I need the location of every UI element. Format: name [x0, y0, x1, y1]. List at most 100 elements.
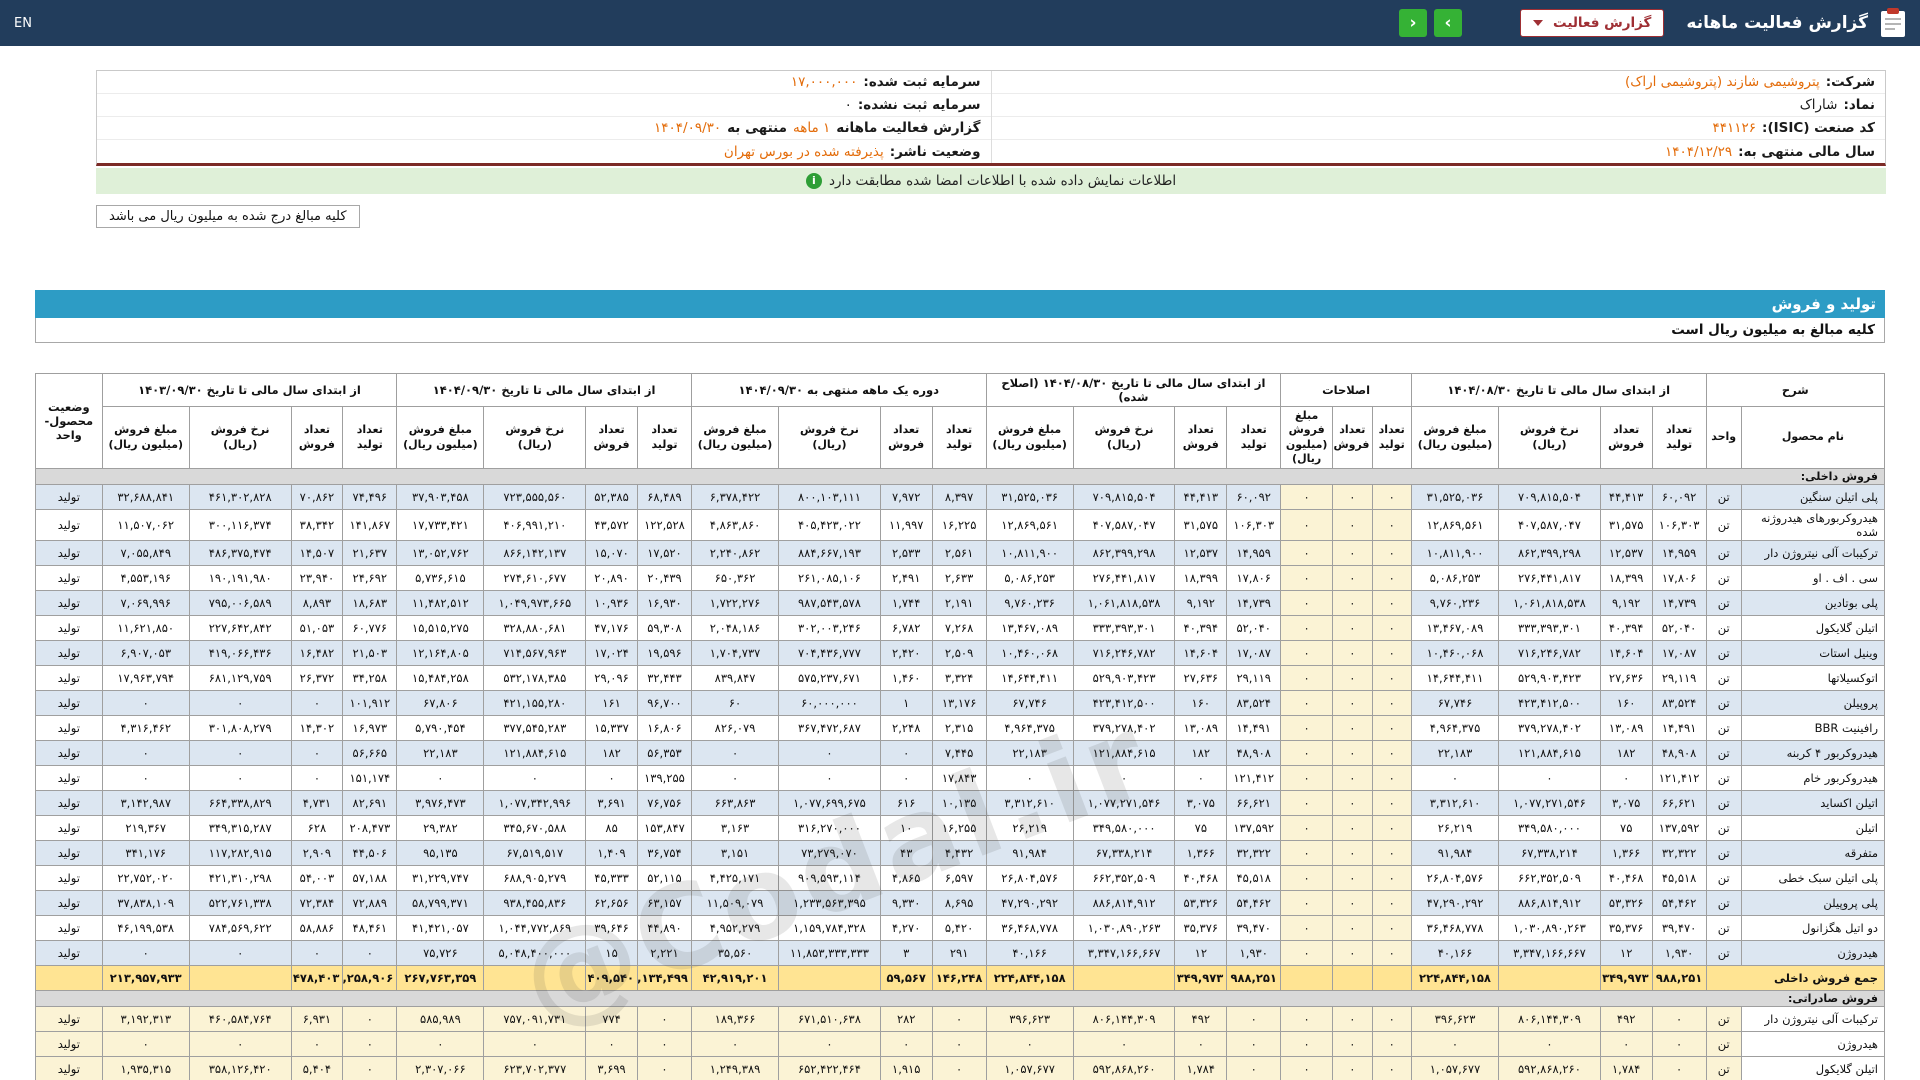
cell-value: ۱۲۱,۸۸۴,۶۱۵	[483, 740, 587, 767]
cell-value: ۱۰۶,۳۰۳	[1226, 509, 1282, 542]
cell-value: ۲۱,۶۳۷	[342, 540, 398, 567]
cell-value: ۲,۱۹۱	[931, 590, 987, 617]
cell-value: ۷۵	[1599, 815, 1653, 842]
cell-value: ۰	[1280, 815, 1334, 842]
cell-value: ۲۶۱,۰۸۵,۱۰۶	[778, 565, 881, 592]
cell-value: ۷۴,۴۹۶	[342, 484, 398, 511]
cell-value: ۲۲,۱۸۳	[985, 740, 1074, 767]
report-type-label: گزارش فعالیت	[1553, 15, 1652, 31]
cell-value: ۱۵,۰۷۰	[585, 540, 638, 567]
status-column-header: وضعیت محصول-واحد	[35, 372, 103, 470]
next-report-button[interactable]: ›	[1434, 9, 1463, 37]
cell-value: ۱,۴۰۹	[585, 840, 638, 867]
cell-value: ۰	[188, 740, 292, 767]
cell-value: ۰	[778, 1031, 881, 1058]
cell-value: ۱۳,۰۸۹	[1174, 715, 1228, 742]
cell-value: ۳۹,۴۷۰	[1226, 915, 1282, 942]
cell-value: ۳۴,۲۵۸	[342, 665, 398, 692]
cell-value: ۲۰۸,۴۷۳	[342, 815, 398, 842]
cell-value: ۸۲,۶۹۱	[342, 790, 398, 817]
cell-value: ۵,۴۰۴	[290, 1056, 344, 1080]
report-icon	[1881, 8, 1905, 37]
cell-value: ۱,۳۶۶	[1174, 840, 1228, 867]
cell-value: ۱۳,۴۶۷,۰۸۹	[985, 615, 1074, 642]
cell-value: ۱۰,۸۱۱,۹۰۰	[1410, 540, 1500, 567]
cell-value: ۸۸۶,۸۱۴,۹۱۲	[1072, 890, 1176, 917]
report-type-select[interactable]: گزارش فعالیت	[1520, 9, 1665, 37]
language-toggle-link[interactable]: EN	[14, 16, 32, 31]
cell-value: ۲,۶۳۳	[931, 565, 987, 592]
top-bar: گزارش فعالیت ماهانه گزارش فعالیت › ‹ EN	[0, 0, 1920, 46]
info-row-company: شرکت: پتروشیمی شازند (پتروشیمی اراک)	[991, 71, 1885, 94]
cell-value	[1072, 965, 1176, 992]
unit-cell: تن	[1705, 1056, 1742, 1080]
status-cell: تولید	[35, 765, 103, 792]
cell-value: ۱۱,۵۰۹,۰۷۹	[690, 890, 780, 917]
previous-report-button[interactable]: ‹	[1399, 9, 1428, 37]
cell-value: ۴۰۶,۹۹۱,۲۱۰	[483, 509, 587, 542]
cell-value: ۰	[1280, 540, 1334, 567]
product-name: ترکیبات آلی نیتروژن دار	[1740, 540, 1886, 567]
cell-value: ۱۴,۶۴۴,۴۱۱	[1410, 665, 1500, 692]
column-header: مبلغ فروش (میلیون ریال)	[1410, 405, 1500, 470]
table-row: هیدروکربورهای هیدروژنه شده تن ۱۰۶,۳۰۳ ۳۱,۵۷…	[35, 509, 1886, 542]
cell-value: ۱۵۳,۸۴۷	[637, 815, 692, 842]
cell-value: ۷۹۵,۰۰۶,۵۸۹	[188, 590, 292, 617]
cell-value: ۱۷,۸۴۳	[931, 765, 987, 792]
cell-value: ۰	[1371, 1056, 1412, 1080]
cell-value: ۸۶۲,۳۹۹,۲۹۸	[1498, 540, 1601, 567]
cell-value: ۱۰,۹۳۶	[585, 590, 638, 617]
cell-value: ۹,۱۹۲	[1174, 590, 1228, 617]
cell-value: ۱,۰۶۱,۸۱۸,۵۳۸	[1498, 590, 1601, 617]
cell-value: ۰	[1371, 1031, 1412, 1058]
cell-value: ۳,۰۷۵	[1174, 790, 1228, 817]
page: { "topbar": { "title": "گزارش فعالیت ماه…	[0, 0, 1920, 1080]
status-cell: تولید	[35, 615, 103, 642]
cell-value: ۱۶۰	[1599, 690, 1653, 717]
cell-value: ۱۶۱	[585, 690, 638, 717]
unit-cell: تن	[1705, 940, 1742, 967]
cell-value: ۰	[290, 940, 344, 967]
cell-value: ۳۷۷,۵۴۵,۲۸۳	[483, 715, 587, 742]
fiscal-year-value: ۱۴۰۴/۱۲/۲۹	[1664, 143, 1733, 160]
cell-value: ۹۱,۹۸۴	[1410, 840, 1500, 867]
cell-value: ۶۷,۷۴۶	[985, 690, 1074, 717]
cell-value: ۲۹,۱۱۹	[1651, 665, 1707, 692]
cell-value: ۴۰۵,۴۲۳,۰۲۲	[778, 509, 881, 542]
cell-value: ۹,۷۶۰,۲۳۶	[1410, 590, 1500, 617]
cell-value: ۷,۲۶۸	[931, 615, 987, 642]
cell-value: ۶۶,۶۲۱	[1651, 790, 1707, 817]
cell-value: ۸۲۶,۰۷۹	[690, 715, 780, 742]
cell-value: ۱,۰۷۷,۳۴۲,۹۹۶	[483, 790, 587, 817]
cell-value: ۵۴,۴۶۲	[1226, 890, 1282, 917]
cell-value: ۱۶۰	[1174, 690, 1228, 717]
table-row: پلی اتیلن سنگین تن ۶۰,۰۹۲ ۴۴,۴۱۳ ۷۰۹,۸۱۵,۵۰۴…	[35, 484, 1886, 511]
cell-value: ۳,۳۱۲,۶۱۰	[1410, 790, 1500, 817]
cell-value: ۱,۰۳۰,۸۹۰,۲۶۳	[1072, 915, 1176, 942]
cell-value: ۶,۹۰۷,۰۵۳	[101, 640, 190, 667]
cell-value: ۲۶,۳۷۲	[290, 665, 344, 692]
cell-value: ۳۹,۴۷۰	[1651, 915, 1707, 942]
cell-value: ۰	[342, 1056, 398, 1080]
status-cell: تولید	[35, 915, 103, 942]
cell-value: ۰	[1371, 815, 1412, 842]
table-row: هیدروژن تن ۰ ۰ ۰ ۰ ۰ ۰ ۰ ۰ ۰ ۰ ۰ ۰ ۰ ۰ ۰ ۰ ۰ ۰ ۰ ۰ ۰ ۰ ۰ تولید	[35, 1031, 1886, 1058]
cell-value: ۶۰,۷۷۶	[342, 615, 398, 642]
cell-value: ۴۴,۴۱۳	[1174, 484, 1228, 511]
column-group-header: از ابتدای سال مالی تا تاریخ ۱۴۰۴/۰۸/۳۰	[1410, 373, 1707, 407]
cell-value: ۰	[1371, 690, 1412, 717]
cell-value: ۲,۳۱۵	[931, 715, 987, 742]
cell-value: ۴۱۹,۰۶۶,۴۳۶	[188, 640, 292, 667]
cell-value: ۰	[1599, 1031, 1653, 1058]
cell-value: ۹,۷۶۰,۲۳۶	[985, 590, 1074, 617]
table-row: فروش داخلی:	[35, 468, 1885, 486]
cell-value: ۰	[1332, 940, 1373, 967]
cell-value: ۶۷,۷۴۶	[1410, 690, 1500, 717]
status-cell: تولید	[35, 840, 103, 867]
cell-value: ۰	[1371, 915, 1412, 942]
cell-value: ۰	[483, 1031, 587, 1058]
report-period-ending-label: منتهی به	[727, 120, 788, 136]
chevron-down-icon	[1533, 20, 1544, 26]
cell-value: ۴۰,۳۹۴	[1599, 615, 1653, 642]
cell-value: ۲,۹۰۹	[290, 840, 344, 867]
